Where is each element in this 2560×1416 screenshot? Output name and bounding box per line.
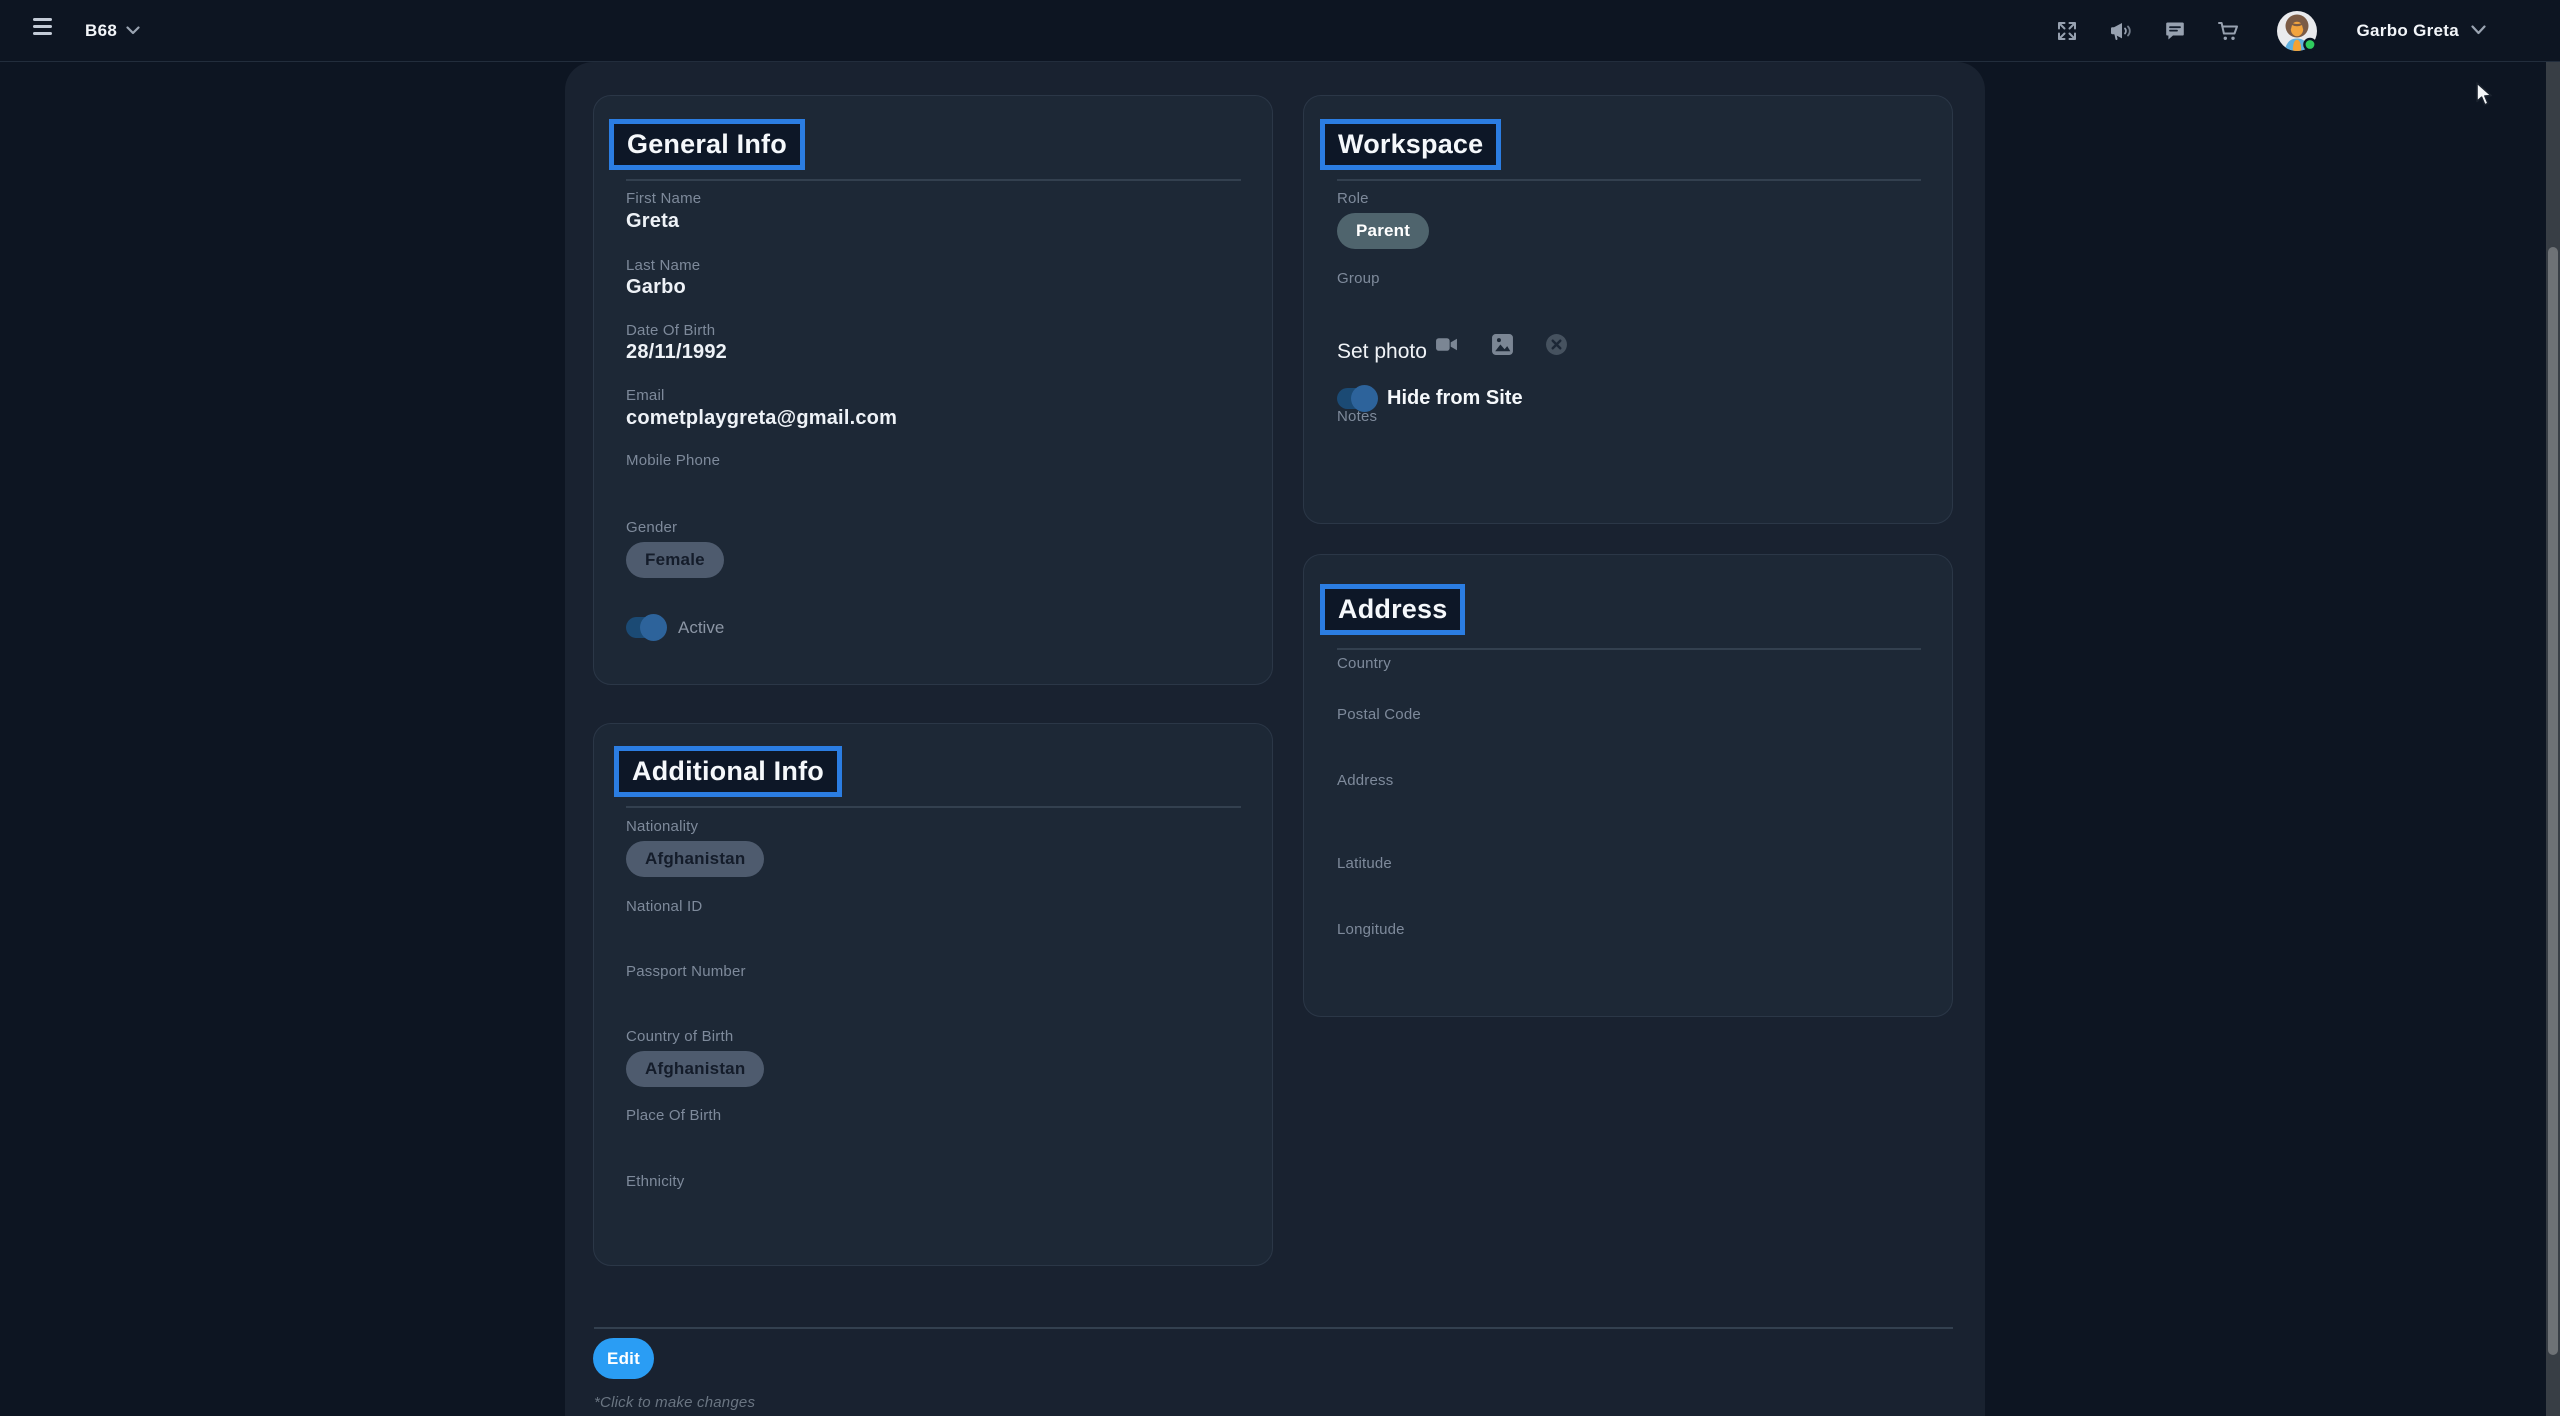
image-upload-icon[interactable] — [1490, 332, 1514, 356]
country-of-birth-label: Country of Birth — [626, 1028, 733, 1045]
address-card: Address Country Postal Code Address Lati… — [1303, 554, 1953, 1017]
additional-info-card: Additional Info Nationality Afghanistan … — [593, 723, 1273, 1266]
passport-number-label: Passport Number — [626, 963, 746, 980]
avatar[interactable] — [2277, 11, 2317, 51]
last-name-label: Last Name — [626, 257, 700, 274]
nationality-chip: Afghanistan — [626, 841, 764, 877]
card-title: Workspace — [1338, 129, 1483, 160]
notes-label: Notes — [1337, 408, 1377, 425]
country-of-birth-chip: Afghanistan — [626, 1051, 764, 1087]
user-name: Garbo Greta — [2357, 21, 2460, 41]
group-label: Group — [1337, 270, 1380, 287]
latitude-label: Latitude — [1337, 855, 1392, 872]
postal-code-label: Postal Code — [1337, 706, 1421, 723]
active-toggle[interactable] — [626, 617, 664, 638]
divider — [626, 179, 1241, 181]
megaphone-icon[interactable] — [2107, 17, 2135, 45]
divider — [1337, 179, 1921, 181]
cart-icon[interactable] — [2215, 17, 2243, 45]
hide-from-site-toggle[interactable] — [1337, 388, 1375, 409]
chat-icon[interactable] — [2161, 17, 2189, 45]
scrollbar-thumb[interactable] — [2548, 247, 2558, 1355]
hide-from-site-label: Hide from Site — [1387, 387, 1523, 410]
hide-from-site-toggle-row: Hide from Site — [1337, 387, 1523, 410]
divider — [626, 806, 1241, 808]
workspace-title-box: Workspace — [1320, 119, 1501, 170]
address-title-box: Address — [1320, 584, 1465, 635]
additional-info-title-box: Additional Info — [614, 746, 842, 797]
edit-hint-note: *Click to make changes — [594, 1394, 755, 1411]
set-photo-label: Set photo — [1337, 340, 1427, 364]
last-name-value: Garbo — [626, 276, 686, 299]
date-of-birth-label: Date Of Birth — [626, 322, 715, 339]
country-label: Country — [1337, 655, 1391, 672]
online-status-dot — [2304, 39, 2315, 50]
general-info-title-box: General Info — [609, 119, 805, 170]
mouse-cursor-icon — [2474, 82, 2496, 113]
national-id-label: National ID — [626, 898, 702, 915]
gender-label: Gender — [626, 519, 677, 536]
nationality-label: Nationality — [626, 818, 698, 835]
gender-chip: Female — [626, 542, 724, 578]
role-label: Role — [1337, 190, 1369, 207]
edit-button[interactable]: Edit — [593, 1338, 654, 1379]
top-navbar: B68 — [0, 0, 2560, 62]
workspace-card: Workspace Role Parent Group Set photo — [1303, 95, 1953, 524]
footer-divider — [594, 1327, 1953, 1329]
first-name-label: First Name — [626, 190, 701, 207]
active-toggle-row: Active — [626, 617, 724, 638]
fullscreen-icon[interactable] — [2053, 17, 2081, 45]
workspace-selector[interactable]: B68 — [85, 0, 140, 62]
scrollbar-track — [2546, 62, 2560, 1416]
video-capture-icon[interactable] — [1434, 332, 1458, 356]
longitude-label: Longitude — [1337, 921, 1405, 938]
first-name-value: Greta — [626, 210, 679, 233]
workspace-selector-label: B68 — [85, 21, 117, 41]
email-value: cometplaygreta@gmail.com — [626, 407, 897, 430]
active-toggle-label: Active — [678, 618, 724, 638]
remove-photo-icon[interactable] — [1544, 332, 1568, 356]
user-menu[interactable]: Garbo Greta — [2357, 21, 2487, 41]
chevron-down-icon — [2471, 22, 2486, 40]
general-info-card: General Info First Name Greta Last Name … — [593, 95, 1273, 685]
card-title: General Info — [627, 129, 787, 160]
card-title: Additional Info — [632, 756, 824, 787]
address-label: Address — [1337, 772, 1393, 789]
date-of-birth-value: 28/11/1992 — [626, 341, 727, 364]
email-label: Email — [626, 387, 665, 404]
divider — [1337, 648, 1921, 650]
chevron-down-icon — [126, 22, 140, 40]
role-chip: Parent — [1337, 213, 1429, 249]
card-title: Address — [1338, 594, 1447, 625]
hamburger-menu-icon[interactable] — [33, 18, 57, 44]
ethnicity-label: Ethnicity — [626, 1173, 685, 1190]
place-of-birth-label: Place Of Birth — [626, 1107, 721, 1124]
navbar-actions: Garbo Greta — [2053, 0, 2487, 62]
profile-content-panel: General Info First Name Greta Last Name … — [565, 62, 1985, 1416]
mobile-phone-label: Mobile Phone — [626, 452, 720, 469]
